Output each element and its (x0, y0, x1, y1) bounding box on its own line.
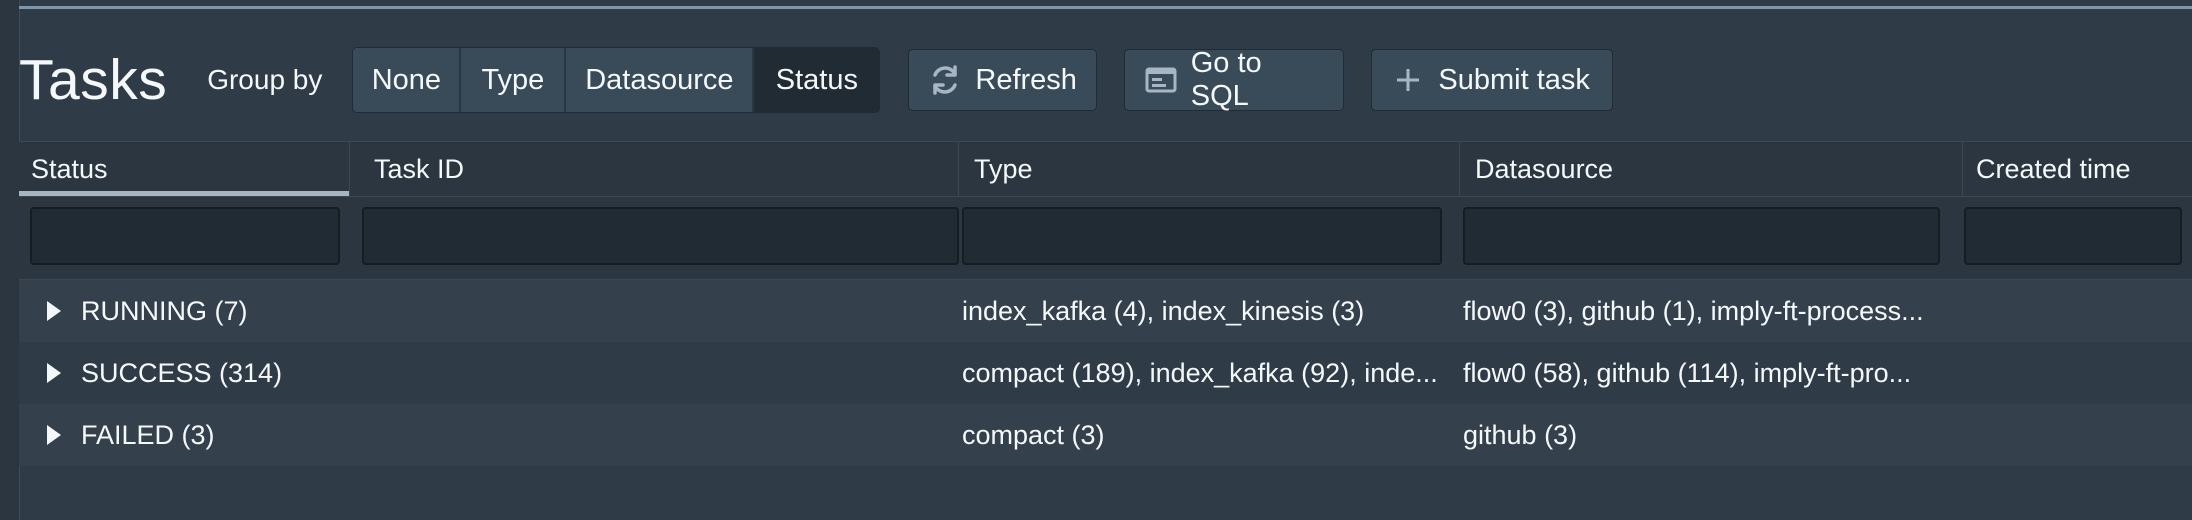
datasource-cell: flow0 (3), github (1), imply-ft-process.… (1463, 280, 1963, 342)
go-to-sql-label: Go to SQL (1190, 47, 1262, 112)
datasource-summary: flow0 (58), github (114), imply-ft-pro..… (1463, 357, 1912, 388)
caret-right-icon[interactable] (47, 425, 61, 445)
status-filter-input[interactable] (30, 207, 340, 265)
group-by-label: Group by (207, 64, 323, 95)
type-cell: compact (3) (962, 404, 1462, 466)
submit-task-label: Submit task (1438, 63, 1590, 96)
status-cell: SUCCESS (314) (47, 342, 357, 404)
tasks-view: Tasks Group by None Type Datasource Stat… (0, 0, 2192, 520)
top-divider (19, 6, 2192, 9)
table-row[interactable]: RUNNING (7) index_kafka (4), index_kines… (19, 280, 2192, 342)
status-cell: FAILED (3) (47, 404, 357, 466)
datasource-summary: github (3) (1463, 419, 1578, 450)
sidebar-edge (0, 0, 20, 520)
group-by-none-button[interactable]: None (353, 48, 462, 112)
created-time-filter-input[interactable] (1964, 207, 2182, 265)
status-group-label: FAILED (3) (81, 419, 215, 450)
table-row[interactable]: SUCCESS (314) compact (189), index_kafka… (19, 342, 2192, 404)
datasource-cell: github (3) (1463, 404, 1963, 466)
page-title: Tasks (19, 48, 168, 112)
type-summary: compact (189), index_kafka (92), inde... (962, 357, 1438, 388)
table-row[interactable]: FAILED (3) compact (3) github (3) (19, 404, 2192, 466)
application-icon (1143, 62, 1178, 98)
type-summary: index_kafka (4), index_kinesis (3) (962, 295, 1365, 326)
group-by-datasource-button[interactable]: Datasource (566, 48, 755, 112)
status-cell: RUNNING (7) (47, 280, 357, 342)
datasource-filter-input[interactable] (1463, 207, 1940, 265)
column-header-created-time[interactable]: Created time (1964, 142, 2192, 196)
column-header-datasource[interactable]: Datasource (1463, 142, 1963, 196)
refresh-button[interactable]: Refresh (908, 49, 1098, 111)
submit-task-button[interactable]: Submit task (1371, 49, 1614, 111)
group-by-status-button[interactable]: Status (754, 48, 880, 112)
task-id-filter-input[interactable] (362, 207, 959, 265)
refresh-label: Refresh (975, 63, 1077, 96)
type-summary: compact (3) (962, 419, 1105, 450)
status-group-label: RUNNING (7) (81, 295, 248, 326)
plus-icon (1390, 62, 1426, 98)
caret-right-icon[interactable] (47, 301, 61, 321)
caret-right-icon[interactable] (47, 363, 61, 383)
group-by-segmented-control: None Type Datasource Status (352, 47, 881, 113)
type-cell: index_kafka (4), index_kinesis (3) (962, 280, 1462, 342)
column-header-task-id[interactable]: Task ID (362, 142, 959, 196)
group-by-type-button[interactable]: Type (461, 48, 567, 112)
go-to-sql-button[interactable]: Go to SQL (1124, 47, 1345, 112)
datasource-cell: flow0 (58), github (114), imply-ft-pro..… (1463, 342, 1963, 404)
type-filter-input[interactable] (962, 207, 1442, 265)
filter-row (19, 196, 2192, 280)
control-bar: Tasks Group by None Type Datasource Stat… (19, 47, 1640, 113)
table-header: Status Task ID Type Datasource Created t… (19, 141, 2192, 196)
type-cell: compact (189), index_kafka (92), inde... (962, 342, 1462, 404)
tasks-table: Status Task ID Type Datasource Created t… (19, 141, 2192, 466)
column-header-type[interactable]: Type (962, 142, 1460, 196)
status-group-label: SUCCESS (314) (81, 357, 283, 388)
datasource-summary: flow0 (3), github (1), imply-ft-process.… (1463, 295, 1924, 326)
column-header-status[interactable]: Status (19, 142, 350, 196)
refresh-icon (927, 62, 963, 98)
